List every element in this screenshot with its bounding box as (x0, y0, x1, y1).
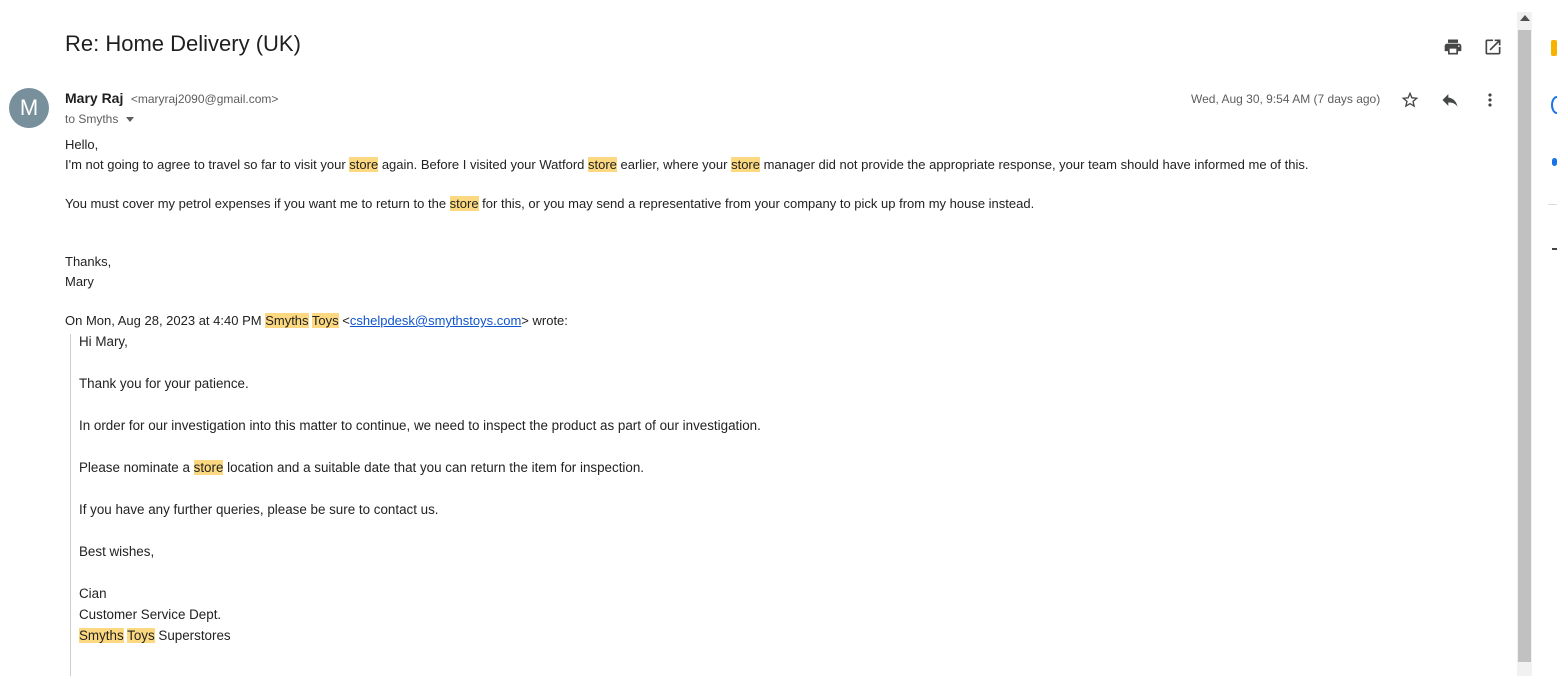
quote-line: Please nominate a store location and a s… (79, 460, 644, 475)
body-thanks: Thanks, (65, 254, 112, 269)
sender-name[interactable]: Mary Raj (65, 90, 123, 106)
sender-email-link[interactable]: cshelpdesk@smythstoys.com (350, 313, 521, 328)
quote-line: If you have any further queries, please … (79, 502, 439, 517)
quote-header-text: > wrote: (521, 313, 568, 328)
search-highlight: store (193, 460, 224, 475)
tasks-icon[interactable] (1551, 96, 1557, 114)
recipients-toggle[interactable]: to Smyths (65, 112, 135, 126)
quote-greeting: Hi Mary, (79, 334, 128, 349)
quote-line: In order for our investigation into this… (79, 418, 761, 433)
keep-icon[interactable] (1551, 40, 1557, 56)
email-subject: Re: Home Delivery (UK) (65, 31, 301, 56)
scroll-up-icon[interactable] (1520, 15, 1530, 21)
print-icon[interactable] (1442, 36, 1464, 58)
body-greeting: Hello, (65, 137, 99, 152)
search-highlight: Smyths (265, 313, 309, 328)
divider (1548, 204, 1557, 205)
search-highlight: store (731, 157, 760, 172)
search-highlight: store (588, 157, 617, 172)
body-text: earlier, where your (616, 157, 732, 172)
search-highlight: Smyths (79, 628, 124, 643)
body-paragraph-1: I'm not going to agree to travel so far … (65, 157, 1308, 172)
quote-header-text: < (338, 313, 350, 328)
quote-signature-dept: Customer Service Dept. (79, 607, 222, 622)
reply-icon[interactable] (1439, 89, 1461, 111)
body-text: I'm not going to agree to travel so far … (65, 157, 350, 172)
sender-line: Mary Raj <maryraj2090@gmail.com> (65, 90, 278, 108)
contacts-icon[interactable] (1552, 158, 1557, 166)
quoted-message: Hi Mary, Thank you for your patience. In… (70, 334, 761, 676)
body-paragraph-2: You must cover my petrol expenses if you… (65, 196, 1034, 211)
message-date: Wed, Aug 30, 9:54 AM (7 days ago) (1191, 92, 1381, 106)
body-text: You must cover my petrol expenses if you… (65, 196, 450, 211)
search-highlight: store (349, 157, 379, 172)
body-text: manager did not provide the appropriate … (759, 157, 1309, 172)
body-text: for this, or you may send a representati… (478, 196, 1035, 211)
search-highlight: Toys (311, 313, 339, 328)
star-icon[interactable] (1399, 89, 1421, 111)
scrollbar-thumb[interactable] (1518, 30, 1531, 662)
avatar[interactable]: M (9, 88, 49, 128)
quote-text: Please nominate a (79, 460, 194, 475)
open-in-new-icon[interactable] (1482, 36, 1504, 58)
body-signature: Mary (65, 274, 94, 289)
quote-line: Best wishes, (79, 544, 155, 559)
quote-header: On Mon, Aug 28, 2023 at 4:40 PM Smyths T… (65, 313, 568, 328)
message-actions (1399, 89, 1501, 111)
quote-signature-name: Cian (79, 586, 107, 601)
quote-line: Thank you for your patience. (79, 376, 249, 391)
search-highlight: Toys (127, 628, 155, 643)
body-text: again. Before I visited your Watford (378, 157, 588, 172)
recipients-label: to Smyths (65, 112, 119, 126)
quote-text: Superstores (154, 628, 231, 643)
more-options-icon[interactable] (1479, 89, 1501, 111)
vertical-scrollbar[interactable] (1517, 12, 1532, 676)
quote-text: location and a suitable date that you ca… (223, 460, 644, 475)
sender-email: <maryraj2090@gmail.com> (130, 92, 279, 106)
side-panel (1535, 0, 1557, 676)
chevron-down-icon[interactable] (126, 116, 135, 122)
quote-header-text: On Mon, Aug 28, 2023 at 4:40 PM (65, 313, 266, 328)
add-addon-icon[interactable] (1552, 248, 1557, 250)
thread-actions (1442, 36, 1504, 58)
quote-signature-company: Smyths Toys Superstores (79, 628, 231, 643)
search-highlight: store (449, 196, 479, 211)
